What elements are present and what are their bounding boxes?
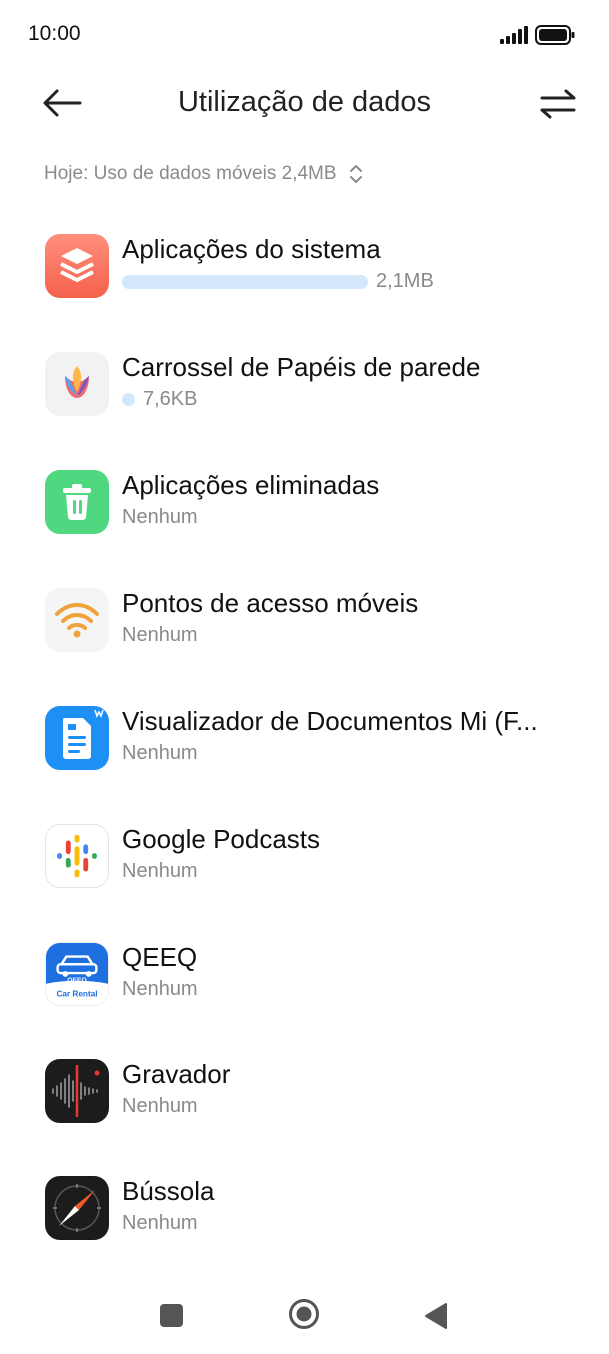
app-item-compass[interactable]: Bússola Nenhum [0, 1176, 609, 1294]
app-name: Aplicações eliminadas [122, 470, 380, 500]
navigation-bar [0, 1280, 609, 1354]
recorder-waveform-icon [45, 1059, 109, 1123]
app-usage: Nenhum [122, 978, 198, 1001]
app-name: Pontos de acesso móveis [122, 588, 419, 618]
swap-sim-button[interactable] [538, 86, 578, 120]
app-name: Carrossel de Papéis de parede [122, 352, 481, 382]
square-recents-icon[interactable] [160, 1304, 183, 1327]
app-name: Aplicações do sistema [122, 234, 381, 264]
google-podcasts-icon [45, 824, 109, 888]
app-name: Visualizador de Documentos Mi (F... [122, 706, 538, 736]
page-title: Utilização de dados [177, 86, 432, 118]
header: Utilização de dados [0, 70, 609, 136]
app-item-system-apps[interactable]: Aplicações do sistema 2,1MB [0, 234, 609, 352]
usage-value: Nenhum [122, 506, 198, 528]
usage-value: Nenhum [122, 624, 198, 646]
app-usage: Nenhum [122, 506, 198, 529]
app-item-deleted-apps[interactable]: Aplicações eliminadas Nenhum [0, 470, 609, 588]
triangle-back-icon[interactable] [424, 1302, 448, 1330]
app-usage: Nenhum [122, 1212, 198, 1235]
usage-value: Nenhum [122, 1212, 198, 1234]
app-name: Bússola [122, 1176, 215, 1206]
app-usage: Nenhum [122, 860, 198, 883]
app-item-mobile-hotspots[interactable]: Pontos de acesso móveis Nenhum [0, 588, 609, 706]
app-item-mi-document-viewer[interactable]: Visualizador de Documentos Mi (F... Nenh… [0, 706, 609, 824]
usage-period-label: Hoje: Uso de dados móveis 2,4MB [44, 163, 337, 184]
circle-home-icon[interactable] [288, 1298, 320, 1330]
trash-icon [45, 470, 109, 534]
status-bar: 10:00 [0, 0, 609, 70]
qeeq-car-icon: QEEQ Car Rental [45, 942, 109, 1006]
app-usage: Nenhum [122, 742, 198, 765]
compass-icon [45, 1176, 109, 1240]
app-item-qeeq[interactable]: QEEQ Car Rental QEEQ Nenhum [0, 942, 609, 1060]
cellular-signal-icon [500, 26, 528, 44]
document-viewer-icon [45, 706, 109, 770]
usage-dot [122, 393, 135, 406]
usage-period-selector[interactable]: Hoje: Uso de dados móveis 2,4MB [44, 163, 363, 185]
battery-icon [535, 25, 575, 45]
usage-value: Nenhum [122, 1095, 198, 1117]
usage-value: Nenhum [122, 978, 198, 1000]
usage-value: Nenhum [122, 742, 198, 764]
usage-value: 2,1MB [376, 270, 434, 292]
usage-value: Nenhum [122, 860, 198, 882]
usage-bar [122, 274, 368, 289]
swap-arrows-icon [540, 89, 576, 119]
app-usage: Nenhum [122, 624, 198, 647]
app-name: QEEQ [122, 942, 198, 972]
app-usage: 7,6KB [122, 388, 197, 411]
qeeq-icon-brand-text: QEEQ [67, 977, 87, 984]
system-apps-layers-icon [45, 234, 109, 298]
qeeq-icon-tagline-text: Car Rental [56, 989, 97, 998]
status-time: 10:00 [28, 22, 81, 45]
wallpaper-carousel-tulip-icon [45, 352, 109, 416]
app-usage: Nenhum [122, 1095, 198, 1118]
app-name: Google Podcasts [122, 824, 321, 854]
chevron-up-down-icon [349, 165, 362, 183]
app-usage: 2,1MB [122, 270, 434, 293]
app-item-google-podcasts[interactable]: Google Podcasts Nenhum [0, 824, 609, 942]
app-item-recorder[interactable]: Gravador Nenhum [0, 1059, 609, 1177]
hotspot-wifi-icon [45, 588, 109, 652]
app-name: Gravador [122, 1059, 231, 1089]
app-item-wallpaper-carousel[interactable]: Carrossel de Papéis de parede 7,6KB [0, 352, 609, 470]
usage-value: 7,6KB [143, 388, 198, 410]
